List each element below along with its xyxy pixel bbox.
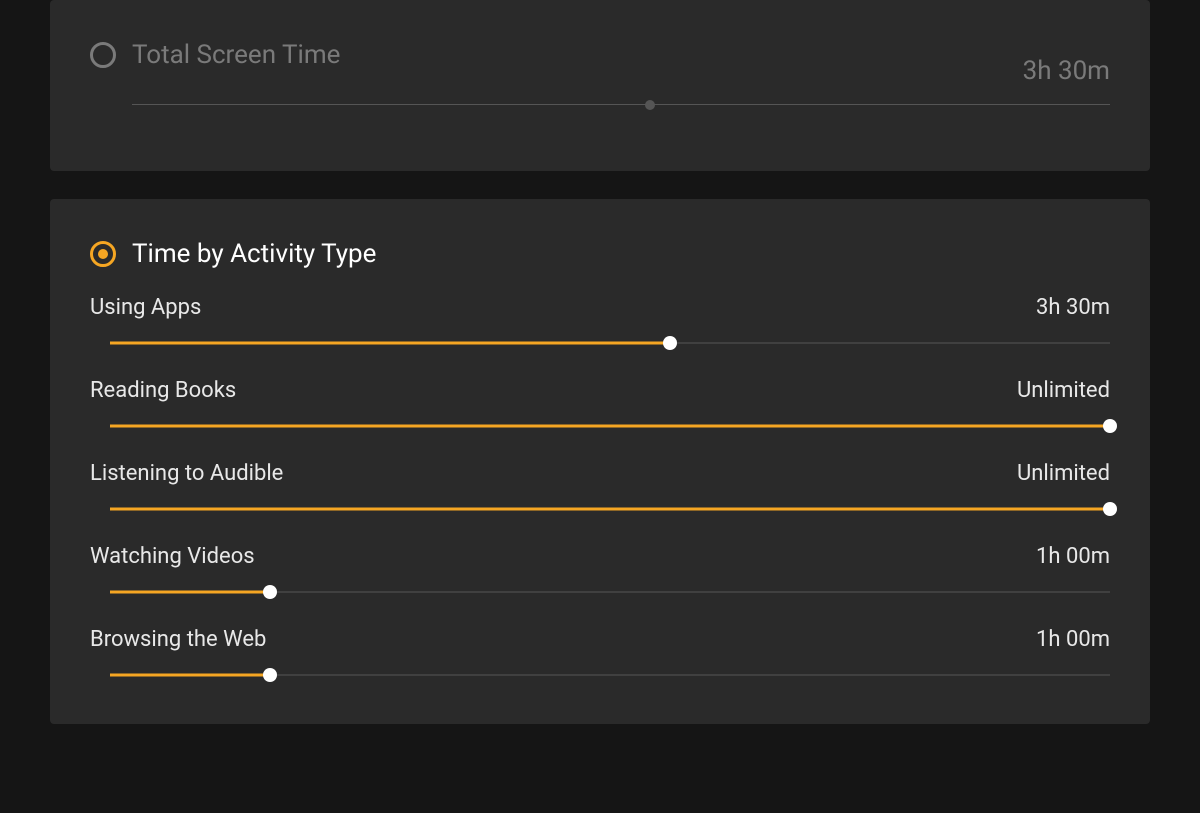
activity-row-watching-videos: Watching Videos 1h 00m <box>110 544 1110 599</box>
total-screen-time-value: 3h 30m <box>1023 56 1110 86</box>
slider-thumb[interactable] <box>1103 419 1117 433</box>
activity-value: 1h 00m <box>1036 627 1110 652</box>
activity-slider-watching-videos[interactable] <box>110 585 1110 599</box>
slider-fill <box>110 674 270 677</box>
activity-slider-using-apps[interactable] <box>110 336 1110 350</box>
slider-thumb[interactable] <box>263 585 277 599</box>
total-screen-time-title: Total Screen Time <box>132 40 340 70</box>
activity-value: 1h 00m <box>1036 544 1110 569</box>
time-by-activity-option[interactable]: Time by Activity Type <box>90 239 1110 269</box>
activity-slider-browsing-web[interactable] <box>110 668 1110 682</box>
activity-name: Browsing the Web <box>90 627 266 652</box>
radio-checked-icon <box>90 241 116 267</box>
slider-thumb <box>645 100 655 110</box>
activity-row-browsing-web: Browsing the Web 1h 00m <box>110 627 1110 682</box>
total-screen-time-card: Total Screen Time 3h 30m <box>50 0 1150 171</box>
time-by-activity-title: Time by Activity Type <box>132 239 376 269</box>
activity-row-using-apps: Using Apps 3h 30m <box>110 295 1110 350</box>
total-screen-time-slider <box>132 104 1110 105</box>
activity-name: Listening to Audible <box>90 461 283 486</box>
slider-fill <box>110 591 270 594</box>
slider-thumb[interactable] <box>263 668 277 682</box>
activity-value: Unlimited <box>1017 461 1110 486</box>
slider-fill <box>110 508 1110 511</box>
slider-fill <box>110 425 1110 428</box>
activity-name: Watching Videos <box>90 544 255 569</box>
activity-row-reading-books: Reading Books Unlimited <box>110 378 1110 433</box>
time-by-activity-card: Time by Activity Type Using Apps 3h 30m … <box>50 199 1150 724</box>
slider-thumb[interactable] <box>663 336 677 350</box>
slider-fill <box>110 342 670 345</box>
radio-unchecked-icon <box>90 42 116 68</box>
activity-name: Using Apps <box>90 295 201 320</box>
activity-list: Using Apps 3h 30m Reading Books Unlimite… <box>90 295 1110 682</box>
activity-slider-listening-audible[interactable] <box>110 502 1110 516</box>
activity-value: 3h 30m <box>1036 295 1110 320</box>
activity-value: Unlimited <box>1017 378 1110 403</box>
activity-slider-reading-books[interactable] <box>110 419 1110 433</box>
activity-name: Reading Books <box>90 378 236 403</box>
activity-row-listening-audible: Listening to Audible Unlimited <box>110 461 1110 516</box>
slider-thumb[interactable] <box>1103 502 1117 516</box>
